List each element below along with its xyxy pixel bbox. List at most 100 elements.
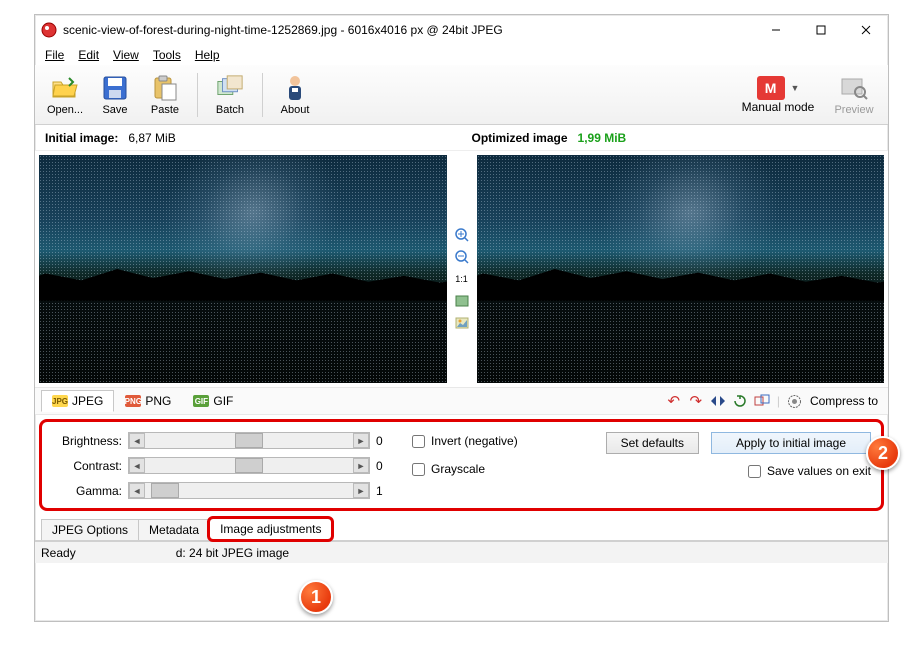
slider-dec-button[interactable]: ◄ (129, 433, 145, 448)
slider-dec-button[interactable]: ◄ (129, 483, 145, 498)
batch-label: Batch (216, 104, 244, 116)
grayscale-checkbox[interactable]: Grayscale (412, 462, 572, 476)
open-label: Open... (47, 104, 83, 116)
menu-view[interactable]: View (107, 47, 145, 63)
paste-label: Paste (151, 104, 179, 116)
preview-area: 1:1 (35, 151, 888, 387)
compress-to-button[interactable]: Compress to (806, 394, 882, 408)
about-button[interactable]: About (271, 68, 319, 122)
menu-bar: File Edit View Tools Help (35, 45, 888, 65)
gamma-slider[interactable]: ◄ ► (128, 482, 370, 499)
save-button[interactable]: Save (91, 68, 139, 122)
toolbar-separator (262, 73, 263, 117)
optimized-preview[interactable] (477, 155, 885, 383)
save-label: Save (102, 104, 127, 116)
tab-metadata[interactable]: Metadata (138, 519, 210, 540)
grayscale-label: Grayscale (431, 462, 485, 476)
preview-toolbar: 1:1 (451, 151, 473, 387)
paste-button[interactable]: Paste (141, 68, 189, 122)
contrast-label: Contrast: (44, 459, 122, 473)
contrast-value: 0 (376, 459, 394, 473)
redo-icon[interactable]: ↷ (687, 392, 705, 410)
apply-initial-button[interactable]: Apply to initial image (711, 432, 871, 454)
menu-edit[interactable]: Edit (72, 47, 105, 63)
format-tab-png[interactable]: PNG PNG (114, 390, 182, 412)
manual-mode-label: Manual mode (742, 100, 815, 114)
save-on-exit-checkbox[interactable]: Save values on exit (748, 464, 871, 478)
callout-badge-1: 1 (299, 580, 333, 614)
slider-inc-button[interactable]: ► (353, 433, 369, 448)
app-icon (41, 22, 57, 38)
brightness-slider[interactable]: ◄ ► (128, 432, 370, 449)
size-info-row: Initial image: 6,87 MiB Optimized image … (35, 125, 888, 151)
format-tab-label: PNG (145, 394, 171, 408)
undo-icon[interactable]: ↶ (665, 392, 683, 410)
slider-inc-button[interactable]: ► (353, 458, 369, 473)
toolbar-separator: | (777, 394, 780, 408)
image-adjustments-panel: Brightness: ◄ ► 0 Contrast: ◄ ► 0 Gamma: (39, 419, 884, 511)
zoom-in-icon[interactable] (454, 227, 470, 243)
manual-mode-button[interactable]: M ▼ Manual mode (732, 68, 824, 122)
brightness-label: Brightness: (44, 434, 122, 448)
about-label: About (281, 104, 310, 116)
magnifier-icon (840, 74, 868, 102)
maximize-button[interactable] (798, 15, 843, 45)
slider-inc-button[interactable]: ► (353, 483, 369, 498)
menu-file[interactable]: File (39, 47, 70, 63)
chevron-down-icon: ▼ (791, 83, 800, 93)
initial-image-size: 6,87 MiB (128, 131, 175, 145)
save-on-exit-label: Save values on exit (767, 464, 871, 478)
menu-help[interactable]: Help (189, 47, 226, 63)
maximize-icon (816, 25, 826, 35)
optimized-image-label: Optimized image (472, 131, 568, 145)
toolbar-separator (197, 73, 198, 117)
gif-icon: GIF (193, 395, 209, 407)
format-tab-jpeg[interactable]: JPG JPEG (41, 390, 114, 412)
callout-badge-2: 2 (866, 436, 900, 470)
gamma-label: Gamma: (44, 484, 122, 498)
zoom-out-icon[interactable] (454, 249, 470, 265)
fit-screen-icon[interactable] (454, 293, 470, 309)
format-tab-label: GIF (213, 394, 233, 408)
status-bar: Ready d: 24 bit JPEG image (35, 541, 888, 563)
save-icon (101, 74, 129, 102)
main-toolbar: Open... Save Paste Batch About M ▼ Manua… (35, 65, 888, 125)
initial-preview[interactable] (39, 155, 447, 383)
rotate-icon[interactable] (731, 392, 749, 410)
png-icon: PNG (125, 395, 141, 407)
jpeg-icon: JPG (52, 395, 68, 407)
zoom-ratio-label[interactable]: 1:1 (454, 271, 470, 287)
gear-icon[interactable] (786, 392, 804, 410)
contrast-slider[interactable]: ◄ ► (128, 457, 370, 474)
resize-icon[interactable] (753, 392, 771, 410)
initial-image-label: Initial image: (45, 131, 118, 145)
brightness-value: 0 (376, 434, 394, 448)
picture-icon[interactable] (454, 315, 470, 331)
invert-checkbox[interactable]: Invert (negative) (412, 434, 572, 448)
status-ready: Ready (41, 546, 76, 560)
gamma-value: 1 (376, 484, 394, 498)
preview-button[interactable]: Preview (826, 68, 882, 122)
app-window: scenic-view-of-forest-during-night-time-… (34, 14, 889, 622)
paste-icon (151, 74, 179, 102)
slider-dec-button[interactable]: ◄ (129, 458, 145, 473)
folder-open-icon (51, 74, 79, 102)
batch-button[interactable]: Batch (206, 68, 254, 122)
tab-jpeg-options[interactable]: JPEG Options (41, 519, 139, 540)
minimize-button[interactable] (753, 15, 798, 45)
close-button[interactable] (843, 15, 888, 45)
optimized-image-size: 1,99 MiB (578, 131, 627, 145)
set-defaults-button[interactable]: Set defaults (606, 432, 699, 454)
menu-tools[interactable]: Tools (147, 47, 187, 63)
open-button[interactable]: Open... (41, 68, 89, 122)
manual-m-icon: M (757, 76, 785, 100)
format-tab-gif[interactable]: GIF GIF (182, 390, 244, 412)
close-icon (861, 25, 871, 35)
flip-h-icon[interactable] (709, 392, 727, 410)
minimize-icon (771, 25, 781, 35)
tab-image-adjustments[interactable]: Image adjustments (209, 518, 332, 540)
format-tabs-row: JPG JPEG PNG PNG GIF GIF ↶ ↷ | Compress … (35, 387, 888, 415)
format-tab-label: JPEG (72, 394, 103, 408)
window-title: scenic-view-of-forest-during-night-time-… (63, 23, 753, 37)
preview-label: Preview (834, 104, 873, 116)
